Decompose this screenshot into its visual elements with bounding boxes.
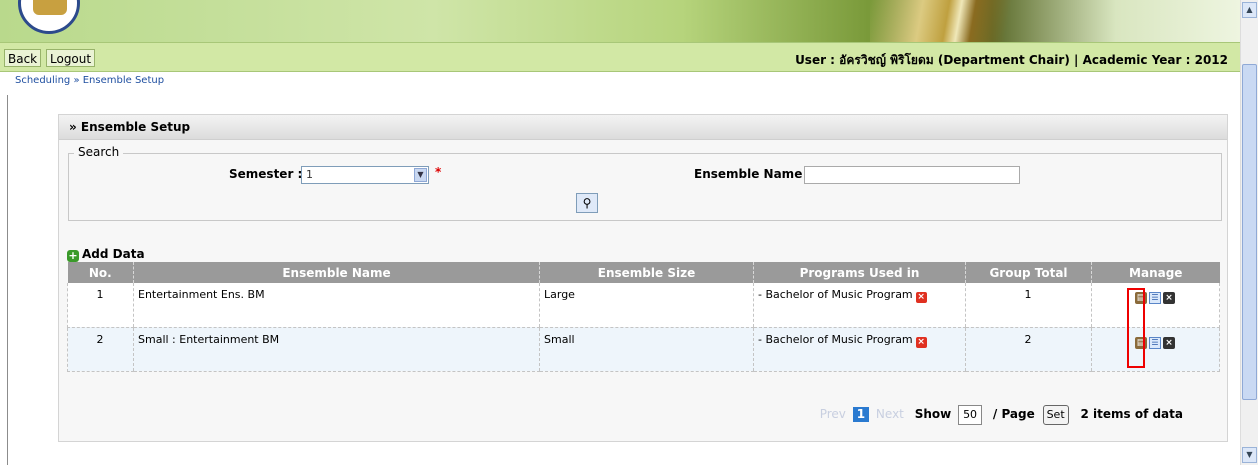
ensemble-table: No. Ensemble Name Ensemble Size Programs… [67, 262, 1220, 372]
cell-manage: ▤ ☰ × [1091, 283, 1220, 328]
search-section: Search Semester : 1 ▼ * Ensemble Name : … [68, 145, 1222, 221]
cell-ensemble-size: Small [539, 327, 754, 372]
highlight-box [1127, 288, 1145, 368]
remove-program-icon[interactable]: × [915, 292, 927, 303]
remove-program-icon[interactable]: × [915, 336, 927, 348]
chevron-down-icon[interactable]: ▼ [414, 168, 427, 182]
search-button[interactable]: ⚲ [576, 193, 598, 213]
program-name: - Bachelor of Music Program [758, 332, 913, 346]
cell-group-total: 2 [965, 327, 1092, 372]
col-header-programs[interactable]: Programs Used in [753, 262, 966, 283]
app-banner [0, 0, 1240, 42]
delete-icon[interactable]: × [1163, 292, 1175, 304]
add-data-link[interactable]: + Add Data [67, 247, 145, 262]
user-info: User : อัครวิชญ์ พิริโยดม (Department Ch… [795, 53, 1228, 67]
col-header-manage: Manage [1091, 262, 1220, 283]
table-header-row: No. Ensemble Name Ensemble Size Programs… [67, 262, 1220, 283]
vertical-scrollbar[interactable]: ▲ ▼ [1240, 0, 1258, 465]
per-page-input[interactable]: 50 [958, 404, 983, 425]
table-row: 1 Entertainment Ens. BM Large - Bachelor… [67, 283, 1220, 328]
page-border [7, 95, 8, 465]
logout-button[interactable]: Logout [46, 49, 96, 67]
set-button[interactable]: Set [1042, 404, 1069, 425]
search-legend: Search [74, 145, 124, 159]
cell-programs: - Bachelor of Music Program × [753, 327, 966, 372]
page-1-button[interactable]: 1 [852, 407, 870, 422]
panel-title: » Ensemble Setup [59, 115, 1227, 140]
required-mark: * [435, 165, 442, 179]
col-header-no[interactable]: No. [67, 262, 134, 283]
delete-icon[interactable]: × [1163, 336, 1175, 349]
ensemble-setup-panel: » Ensemble Setup Search Semester : 1 ▼ *… [58, 114, 1228, 442]
col-header-group-total[interactable]: Group Total [965, 262, 1092, 283]
cell-no: 2 [67, 327, 134, 372]
cell-ensemble-size: Large [539, 283, 754, 328]
table-row: 2 Small : Entertainment BM Small - Bache… [67, 327, 1220, 372]
add-data-label: Add Data [82, 247, 145, 261]
banner-image [870, 0, 1040, 42]
cell-ensemble-name: Entertainment Ens. BM [133, 283, 540, 328]
ensemble-name-input[interactable] [804, 166, 1020, 184]
col-header-ensemble-size[interactable]: Ensemble Size [539, 262, 754, 283]
scrollbar-thumb[interactable] [1242, 64, 1257, 400]
university-logo [18, 0, 80, 34]
nav-bar: Back Logout User : อัครวิชญ์ พิริโยดม (D… [0, 42, 1240, 72]
add-icon: + [67, 249, 79, 262]
back-button[interactable]: Back [4, 49, 42, 67]
scroll-up-icon[interactable]: ▲ [1242, 2, 1257, 18]
semester-label: Semester : [229, 167, 303, 181]
col-header-ensemble-name[interactable]: Ensemble Name [133, 262, 540, 283]
cell-manage: ▤ ☰ × [1091, 327, 1220, 372]
cell-no: 1 [67, 283, 134, 328]
cell-ensemble-name: Small : Entertainment BM [133, 327, 540, 372]
cell-programs: - Bachelor of Music Program × [753, 283, 966, 328]
show-label: Show [914, 407, 952, 421]
scroll-down-icon[interactable]: ▼ [1242, 447, 1257, 463]
tree-icon[interactable]: ☰ [1149, 292, 1161, 304]
prev-button[interactable]: Prev [820, 407, 846, 421]
search-icon: ⚲ [582, 196, 592, 210]
ensemble-name-label: Ensemble Name : [694, 167, 812, 181]
pagination: Prev 1 Next Show 50 / Page Set 2 items o… [817, 403, 1183, 425]
tree-icon[interactable]: ☰ [1149, 336, 1161, 349]
semester-select[interactable]: 1 ▼ [301, 166, 429, 184]
program-name: - Bachelor of Music Program [758, 288, 913, 301]
items-count: 2 items of data [1080, 407, 1183, 421]
cell-group-total: 1 [965, 283, 1092, 328]
breadcrumb[interactable]: Scheduling » Ensemble Setup [15, 75, 164, 86]
next-button[interactable]: Next [876, 407, 904, 421]
semester-value: 1 [306, 168, 313, 181]
per-page-label: / Page [992, 407, 1035, 421]
